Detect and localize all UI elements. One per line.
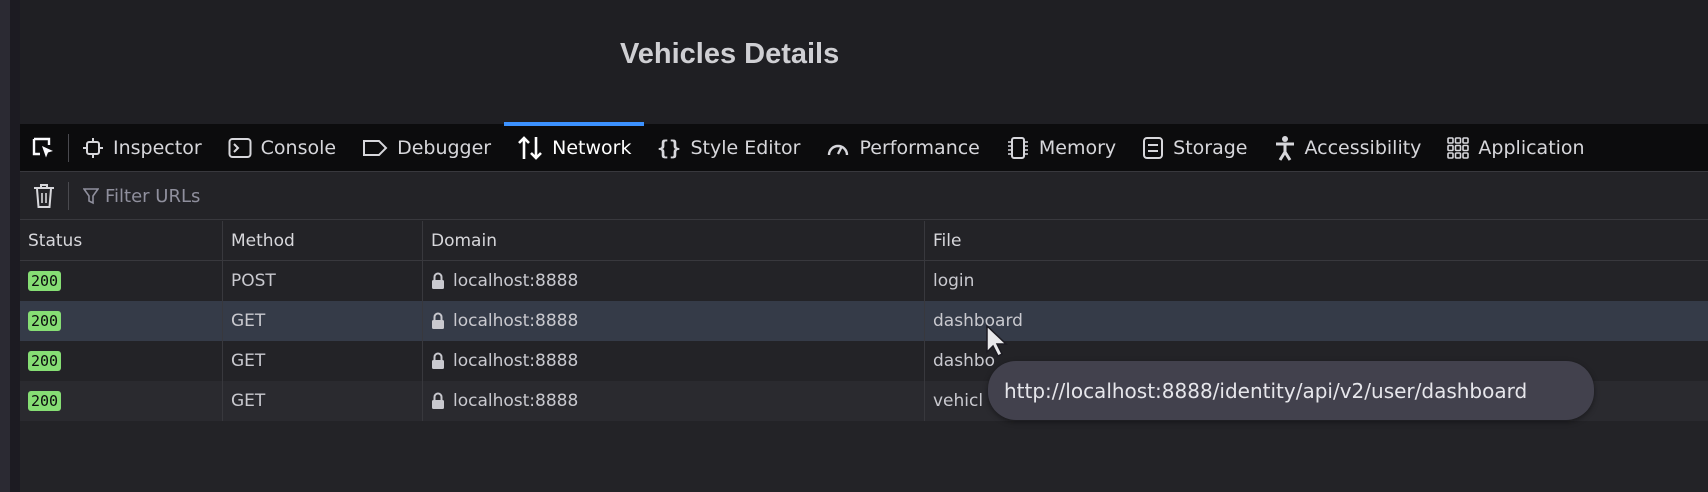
domain-text: localhost:8888 [453,351,579,371]
tab-label: Style Editor [690,136,801,159]
storage-icon [1143,136,1164,159]
tab-label: Application [1478,136,1585,159]
tab-application[interactable]: Application [1434,124,1597,172]
page-title: Vehicles Details [620,38,840,70]
tab-label: Console [260,136,337,159]
header-method[interactable]: Method [223,221,423,260]
inspector-icon [83,137,103,158]
trash-icon [34,184,54,208]
window-edge [0,0,10,492]
lock-icon [432,272,444,289]
domain-text: localhost:8888 [453,271,579,291]
filter-icon [83,188,99,205]
tab-network[interactable]: Network [504,121,645,172]
method-cell: POST [223,261,423,301]
method-cell: GET [223,341,423,381]
network-toolbar: Filter URLs [20,173,1708,220]
file-cell: login [933,271,975,291]
lock-icon [432,352,444,369]
tab-label: Debugger [397,136,492,159]
element-picker-button[interactable] [20,124,68,172]
status-badge: 200 [28,311,62,331]
tab-label: Network [552,136,632,159]
header-status[interactable]: Status [20,221,223,260]
tab-style-editor[interactable]: {} Style Editor [644,124,813,172]
tab-performance[interactable]: Performance [813,124,992,172]
tab-console[interactable]: Console [215,124,349,172]
style-editor-icon: {} [657,136,681,160]
tab-label: Accessibility [1304,136,1422,159]
tab-memory[interactable]: Memory [993,124,1129,172]
tab-storage[interactable]: Storage [1129,124,1260,172]
network-icon [518,135,543,160]
element-picker-icon [32,137,53,157]
tab-accessibility[interactable]: Accessibility [1261,124,1435,172]
tab-label: Performance [859,136,980,159]
clear-button[interactable] [20,173,68,220]
domain-text: localhost:8888 [453,391,579,411]
tab-label: Memory [1038,136,1117,159]
performance-icon [828,144,849,155]
accessibility-icon [1275,135,1294,161]
table-header: Status Method Domain File [20,221,1708,261]
tab-inspector[interactable]: Inspector [69,124,215,172]
table-row[interactable]: 200 POST localhost:8888 login [20,261,1708,301]
method-cell: GET [223,301,423,341]
lock-icon [432,312,444,329]
status-badge: 200 [28,351,62,371]
application-icon [1447,136,1470,159]
status-badge: 200 [28,391,62,411]
tab-label: Inspector [113,136,202,159]
svg-text:{}: {} [657,136,681,160]
file-cell: dashboard [933,311,1023,331]
console-icon [228,137,252,158]
devtools-tabbar: Inspector Console Debugger Network {} St… [20,121,1708,172]
tab-label: Storage [1173,136,1248,159]
header-domain[interactable]: Domain [423,221,925,260]
mouse-cursor-icon [986,324,1008,358]
filter-placeholder: Filter URLs [105,185,201,207]
devtools-panel: Inspector Console Debugger Network {} St… [20,121,1708,492]
method-cell: GET [223,381,423,421]
domain-text: localhost:8888 [453,311,579,331]
filter-urls-input[interactable]: Filter URLs [69,186,200,207]
url-tooltip: http://localhost:8888/identity/api/v2/us… [988,361,1594,420]
debugger-icon [363,139,388,156]
header-file[interactable]: File [925,221,1708,260]
status-badge: 200 [28,271,62,291]
table-row[interactable]: 200 GET localhost:8888 dashboard [20,301,1708,341]
memory-icon [1007,136,1028,159]
lock-icon [432,392,444,409]
tab-debugger[interactable]: Debugger [349,124,504,172]
